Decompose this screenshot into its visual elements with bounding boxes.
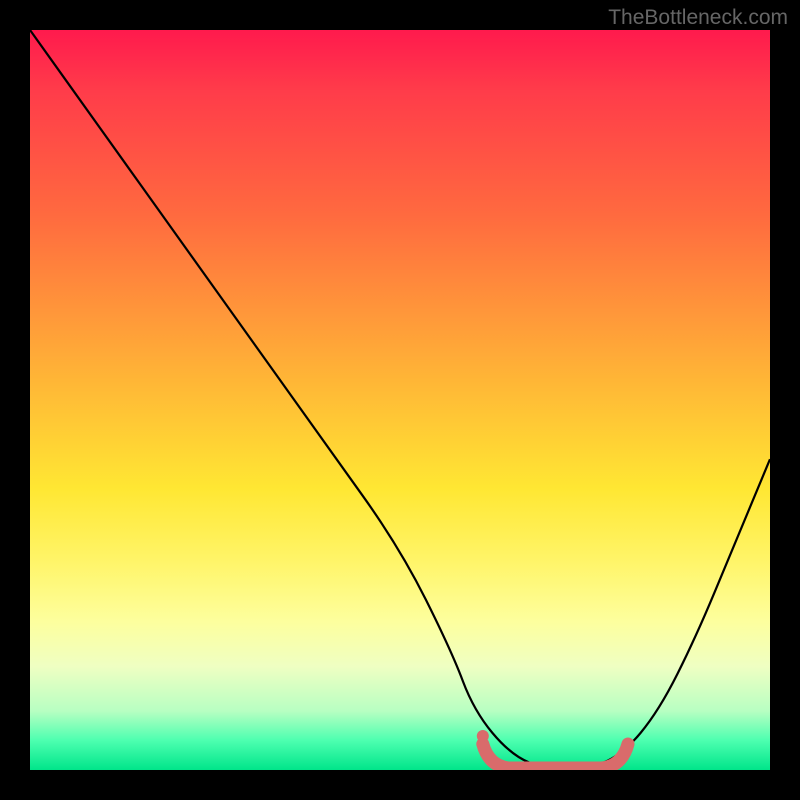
watermark-text: TheBottleneck.com	[608, 6, 788, 30]
optimal-range-marker	[477, 730, 628, 768]
bottleneck-curve	[30, 30, 770, 770]
chart-area	[30, 30, 770, 770]
bottleneck-chart	[30, 30, 770, 770]
